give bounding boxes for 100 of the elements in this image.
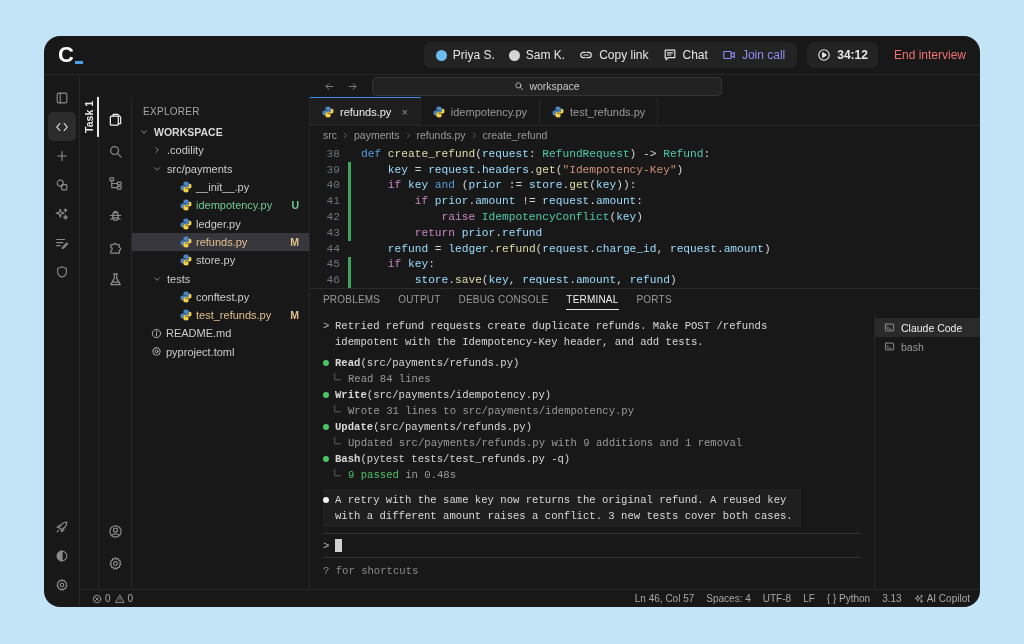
file-row[interactable]: ledger.py <box>132 214 309 233</box>
file-name: src/payments <box>167 162 233 175</box>
status-item[interactable]: Spaces: 4 <box>706 593 751 604</box>
file-name: tests <box>167 272 191 285</box>
tool-result: Wrote 31 lines to src/payments/idempotency.py <box>348 404 635 419</box>
status-item[interactable]: LF <box>803 593 815 604</box>
end-interview-button[interactable]: End interview <box>891 44 968 66</box>
timer-text: 34:12 <box>837 48 868 62</box>
code-line: if key and (prior := store.get(key)): <box>386 179 637 192</box>
panel-tab[interactable]: OUTPUT <box>398 289 441 310</box>
settings-icon <box>107 555 123 571</box>
breadcrumb-item[interactable]: create_refund <box>482 129 548 141</box>
tab-label: test_refunds.py <box>570 105 646 118</box>
tool-call: Read(src/payments/refunds.py) <box>335 356 520 371</box>
file-row[interactable]: idempotency.py U <box>132 196 309 215</box>
file-row[interactable]: test_refunds.py M <box>132 305 309 325</box>
python-icon <box>432 105 445 118</box>
editor-tab[interactable]: idempotency.py <box>420 97 541 125</box>
tool-result: Read 84 lines <box>348 372 431 387</box>
editor-tab[interactable]: refunds.py × <box>310 97 421 125</box>
file-row[interactable]: pyproject.toml <box>132 342 309 361</box>
status-dot <box>323 424 329 430</box>
status-item[interactable]: 3.13 <box>882 593 902 604</box>
close-tab-button[interactable]: × <box>401 105 408 118</box>
python-icon <box>180 290 192 303</box>
warning-count[interactable]: 0 <box>127 593 134 604</box>
tool-call: Bash(pytest tests/test_refunds.py -q) <box>335 452 571 467</box>
python-icon <box>180 217 192 230</box>
terminal-session[interactable]: bash <box>875 337 980 356</box>
chevron-right-icon <box>152 145 162 156</box>
search-field[interactable]: workspace <box>372 76 722 96</box>
line-number: 44 <box>325 242 340 255</box>
file-row[interactable]: store.py <box>132 251 309 270</box>
tool-result: 9 passed in 0.48s <box>348 468 457 483</box>
terminal-input[interactable]: > <box>323 533 861 558</box>
status-item[interactable]: { } Python <box>826 593 871 604</box>
python-icon <box>180 199 192 212</box>
tool-call: Write(src/payments/idempotency.py) <box>335 388 552 403</box>
breadcrumb-item[interactable]: src <box>323 129 337 141</box>
python-icon <box>180 254 192 267</box>
folder-row[interactable]: .codility <box>132 141 309 160</box>
rail-button[interactable] <box>47 112 76 141</box>
file-row[interactable]: README.md <box>132 324 309 343</box>
line-number: 43 <box>325 226 340 239</box>
search-icon <box>514 81 525 91</box>
line-number: 39 <box>325 163 340 176</box>
logo-underscore <box>74 61 83 64</box>
python-icon <box>180 309 192 322</box>
panel-tab[interactable]: PORTS <box>636 289 672 310</box>
panel-tab[interactable]: PROBLEMS <box>323 289 381 310</box>
git-status-label: M <box>290 309 299 322</box>
error-count[interactable]: 0 <box>105 593 111 604</box>
breadcrumb-item[interactable]: payments <box>354 129 400 141</box>
copilot-status[interactable]: AI Copilot <box>926 593 970 604</box>
status-item[interactable]: UTF-8 <box>762 593 792 604</box>
file-name: .codility <box>167 144 204 157</box>
editor-tab[interactable]: test_refunds.py <box>540 97 659 125</box>
panel-tab[interactable]: DEBUG CONSOLE <box>458 289 549 310</box>
code-line: key = request.headers.get("Idempotency-Key") <box>386 163 684 176</box>
terminal-icon <box>884 322 895 333</box>
breadcrumb-item[interactable]: refunds.py <box>416 129 466 141</box>
plus-icon <box>54 148 69 163</box>
shortcuts-hint: ? for shortcuts <box>323 564 420 579</box>
prompt-text: Retried refund requests create duplicate refunds. Make POST /refunds idempotent with the Idempotency-Key header, and add tests. <box>335 319 768 350</box>
link-button[interactable]: Copy link <box>579 46 649 64</box>
panel-tab[interactable]: TERMINAL <box>566 289 619 310</box>
file-name: README.md <box>166 327 232 340</box>
back-arrow-icon <box>324 80 335 92</box>
info-icon <box>151 327 162 339</box>
status-item[interactable]: Ln 46, Col 57 <box>634 593 695 604</box>
bullet-dot <box>323 497 329 503</box>
forward-arrow-icon <box>347 80 358 92</box>
tool-result: Updated src/payments/refunds.py with 9 additions and 1 removal <box>348 436 743 451</box>
line-number: 46 <box>325 274 340 287</box>
folder-row[interactable]: tests <box>132 269 309 288</box>
task-tab[interactable]: Task 1 <box>80 97 99 137</box>
file-name: test_refunds.py <box>196 309 272 322</box>
file-name: pyproject.toml <box>166 345 235 358</box>
terminal-session[interactable]: Claude Code <box>875 318 980 337</box>
line-number: 38 <box>325 147 340 160</box>
file-row[interactable]: conftest.py <box>132 287 309 306</box>
chat-button[interactable]: Chat <box>662 46 708 64</box>
source-control-icon <box>107 175 123 191</box>
code-line: store.save(key, request.amount, refund) <box>413 274 677 287</box>
search-icon <box>107 143 123 159</box>
prompt-marker: > <box>323 538 330 554</box>
file-row[interactable]: refunds.py M <box>132 232 309 252</box>
line-number: 40 <box>325 179 340 192</box>
code-line: if key: <box>386 258 435 271</box>
workspace-row[interactable]: WORKSPACE <box>132 123 309 142</box>
prompt-marker: > <box>323 319 329 334</box>
python-icon <box>552 105 565 118</box>
result-elbow-icon <box>333 373 342 382</box>
contrast-icon <box>54 548 69 563</box>
settings-icon <box>54 577 69 592</box>
file-row[interactable]: __init__.py <box>132 177 309 197</box>
sidebar-icon <box>54 90 69 105</box>
call-button[interactable]: Join call <box>721 46 786 64</box>
tab-label: idempotency.py <box>450 105 528 118</box>
folder-row[interactable]: src/payments <box>132 159 309 178</box>
